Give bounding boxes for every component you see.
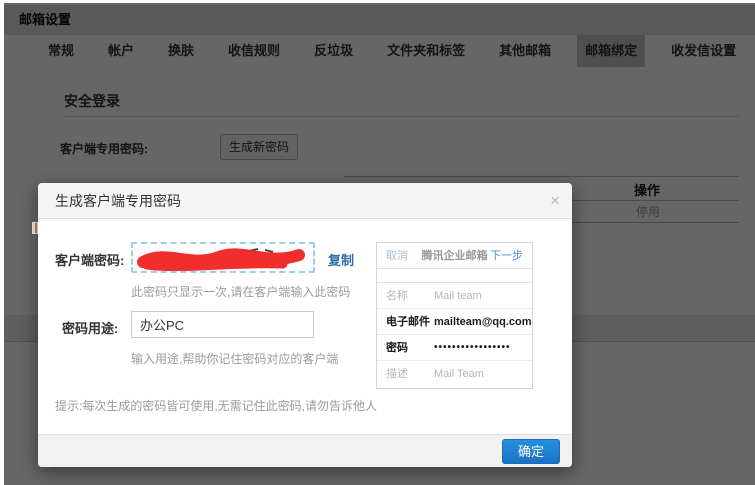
preview-row-value: mailteam@qq.com (434, 309, 532, 335)
client-password-label: 客户端密码: (55, 250, 124, 269)
preview-row-label: 密码 (386, 335, 408, 361)
preview-next-link[interactable]: 下一步 (490, 243, 523, 269)
purpose-help-note: 输入用途,帮助你记住密码对应的客户端 (131, 350, 338, 367)
preview-row-label: 描述 (386, 361, 408, 387)
dialog-tip-text: 提示:每次生成的密码皆可使用,无需记住此密码,请勿告诉他人 (55, 397, 377, 414)
preview-header: 取消 腾讯企业邮箱 下一步 (377, 243, 532, 269)
preview-row: 描述 Mail Team (377, 361, 532, 387)
mail-client-preview-card: 取消 腾讯企业邮箱 下一步 名称 Mail team电子邮件mailteam@qq… (376, 242, 533, 389)
preview-row-value: Mail team (434, 283, 482, 309)
preview-row-label: 名称 (386, 283, 408, 309)
preview-row: 电子邮件mailteam@qq.com (377, 309, 532, 335)
confirm-button[interactable]: 确定 (502, 439, 560, 464)
preview-row: 密码 ••••••••••••••••• (377, 335, 532, 361)
settings-page: 邮箱设置 常规帐户换肤收信规则反垃圾文件夹和标签其他邮箱邮箱绑定收发信设置信纸 … (4, 3, 755, 485)
preview-row-label: 电子邮件 (386, 309, 430, 335)
preview-field-rows: 名称Mail team电子邮件mailteam@qq.com密码••••••••… (377, 283, 532, 387)
generated-password-box[interactable] (131, 242, 315, 273)
preview-row-password-dots: ••••••••••••••••• (434, 335, 511, 361)
password-redaction-scribble (133, 244, 313, 271)
close-icon[interactable]: × (550, 183, 560, 219)
password-purpose-label: 密码用途: (62, 318, 118, 337)
preview-spacer (377, 269, 532, 283)
preview-row: 名称 Mail team (377, 283, 532, 309)
password-purpose-input[interactable] (131, 311, 314, 338)
password-once-note: 此密码只显示一次,请在客户端输入此密码 (131, 283, 350, 300)
generate-password-dialog: 生成客户端专用密码 × 客户端密码: 复制 此密码只显示一次,请在客户端输入此密… (38, 183, 572, 467)
preview-row-value: Mail Team (434, 361, 484, 387)
dialog-title: 生成客户端专用密码 (55, 183, 181, 219)
dialog-footer: 确定 (38, 434, 572, 467)
copy-password-link[interactable]: 复制 (328, 250, 354, 269)
dialog-header: 生成客户端专用密码 × (38, 183, 572, 219)
